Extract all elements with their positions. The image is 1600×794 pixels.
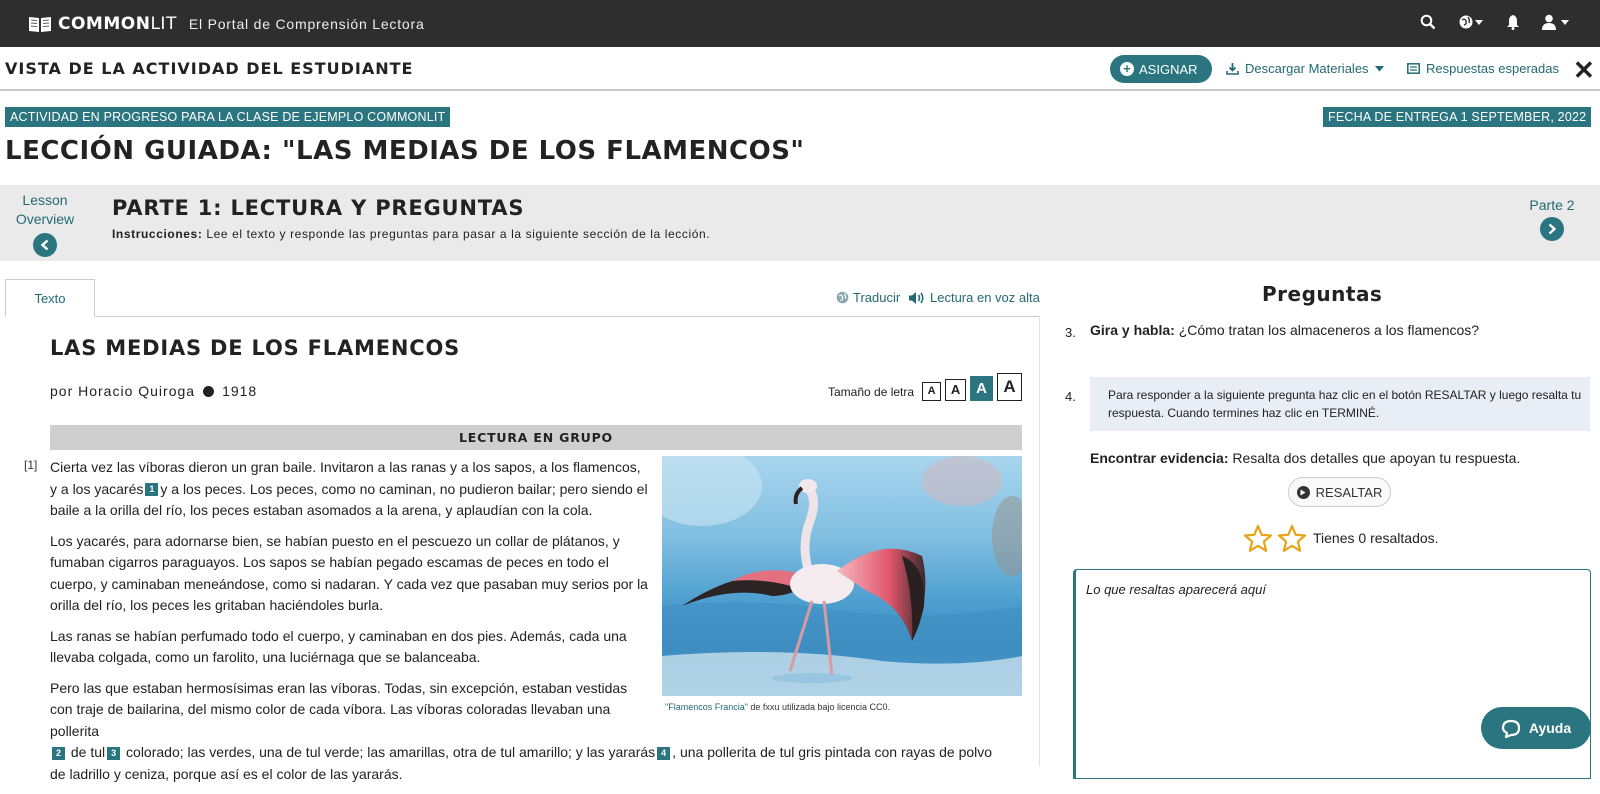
author: por Horacio Quiroga: [50, 383, 196, 399]
download-materials-link[interactable]: Descargar Materiales: [1226, 61, 1384, 76]
student-view-bar: VISTA DE LA ACTIVIDAD DEL ESTUDIANTE + A…: [0, 47, 1600, 91]
highlight-stars: [1243, 524, 1307, 553]
paragraph: Las ranas se habían perfumado todo el cu…: [50, 627, 627, 666]
chevron-left-icon: [33, 233, 57, 257]
lesson-title: LECCIÓN GUIADA: "LAS MEDIAS DE LOS FLAME…: [5, 136, 805, 166]
part-bar: Lesson Overview PARTE 1: LECTURA Y PREGU…: [0, 185, 1600, 261]
font-size-lg-button[interactable]: A: [997, 373, 1023, 401]
activity-status-badge: ACTIVIDAD EN PROGRESO PARA LA CLASE DE E…: [5, 107, 451, 127]
question-3: Gira y habla: ¿Cómo tratan los almacener…: [1090, 322, 1480, 338]
caret-down-icon: [1374, 65, 1384, 71]
paragraph-number: [1]: [24, 458, 38, 472]
group-reading-bar: LECTURA EN GRUPO: [50, 425, 1022, 450]
story-title: LAS MEDIAS DE LOS FLAMENCOS: [50, 336, 461, 360]
part-title: PARTE 1: LECTURA Y PREGUNTAS: [112, 196, 525, 220]
flamingo-illustration: [662, 456, 1022, 696]
panel-divider: [1039, 316, 1040, 766]
flamingo-photo: [662, 456, 1022, 696]
lesson-overview-link[interactable]: Lesson Overview: [8, 191, 82, 257]
close-icon[interactable]: ✕: [1573, 55, 1595, 86]
questions-title: Preguntas: [1262, 282, 1383, 306]
photo-credit-link[interactable]: "Flamencos Francia": [665, 702, 748, 712]
globe-icon[interactable]: [1458, 14, 1484, 30]
star-icon: [1243, 524, 1273, 552]
find-evidence-prompt: Encontrar evidencia: Resalta dos detalle…: [1090, 450, 1521, 466]
view-title: VISTA DE LA ACTIVIDAD DEL ESTUDIANTE: [5, 58, 414, 78]
highlight-button[interactable]: RESALTAR: [1288, 477, 1391, 507]
question-number: 4.: [1065, 389, 1076, 404]
book-icon: [29, 16, 51, 32]
font-size-control: Tamaño de letra A A A A: [828, 373, 1023, 401]
nav-icons: [1420, 14, 1570, 30]
font-size-sm-button[interactable]: A: [945, 379, 967, 401]
assign-button[interactable]: + ASIGNAR: [1110, 55, 1212, 83]
speaker-icon: [909, 291, 924, 304]
translate-link[interactable]: Traducir: [836, 290, 900, 305]
question-number: 3.: [1065, 325, 1076, 340]
footnote-1[interactable]: 1: [145, 483, 159, 497]
user-menu-icon[interactable]: [1542, 14, 1570, 30]
font-size-label: Tamaño de letra: [828, 385, 915, 399]
paragraph: Los yacarés, para adornarse bien, se hab…: [50, 532, 648, 614]
highlight-instructions: Para responder a la siguiente pregunta h…: [1090, 377, 1590, 431]
year: 1918: [222, 383, 258, 399]
search-icon[interactable]: [1420, 14, 1436, 30]
paragraph: Cierta vez las víboras dieron un gran ba…: [50, 459, 648, 518]
top-nav: COMMONLIT El Portal de Comprensión Lecto…: [0, 0, 1600, 47]
download-icon: [1226, 63, 1239, 75]
part-instructions: Instrucciones: Lee el texto y responde l…: [112, 227, 711, 241]
commonlit-logo[interactable]: COMMONLIT: [28, 14, 177, 34]
help-button[interactable]: Ayuda: [1481, 707, 1591, 749]
footnote-2[interactable]: 2: [52, 746, 65, 760]
plus-icon: +: [1120, 62, 1134, 76]
highlight-count: Tienes 0 resaltados.: [1313, 530, 1439, 546]
byline: por Horacio Quiroga 1918: [50, 383, 257, 399]
tagline: El Portal de Comprensión Lectora: [188, 15, 425, 32]
expected-answers-link[interactable]: Respuestas esperadas: [1407, 61, 1559, 76]
font-size-md-button[interactable]: A: [970, 376, 994, 401]
tab-divider: [5, 316, 1040, 317]
next-part-link[interactable]: Parte 2: [1522, 197, 1582, 241]
separator-dot: [203, 385, 215, 397]
story-text: Cierta vez las víboras dieron un gran ba…: [50, 457, 992, 794]
list-icon: [1407, 63, 1420, 74]
footnote-3[interactable]: 3: [107, 746, 121, 760]
brand-name: COMMONLIT: [58, 13, 177, 34]
globe-icon: [836, 291, 849, 304]
photo-caption: "Flamencos Francia" de fxxu utilizada ba…: [665, 702, 890, 712]
chevron-right-icon: [1540, 217, 1564, 241]
read-aloud-link[interactable]: Lectura en voz alta: [908, 290, 1040, 305]
chat-bubble-icon: [1501, 719, 1520, 738]
tab-text[interactable]: Texto: [5, 279, 95, 317]
bell-icon[interactable]: [1506, 14, 1520, 30]
font-size-xs-button[interactable]: A: [922, 382, 942, 401]
footnote-4[interactable]: 4: [657, 746, 671, 760]
star-icon: [1277, 524, 1307, 552]
due-date-badge: FECHA DE ENTREGA 1 SEPTEMBER, 2022: [1323, 107, 1592, 127]
play-icon: [1296, 485, 1310, 499]
